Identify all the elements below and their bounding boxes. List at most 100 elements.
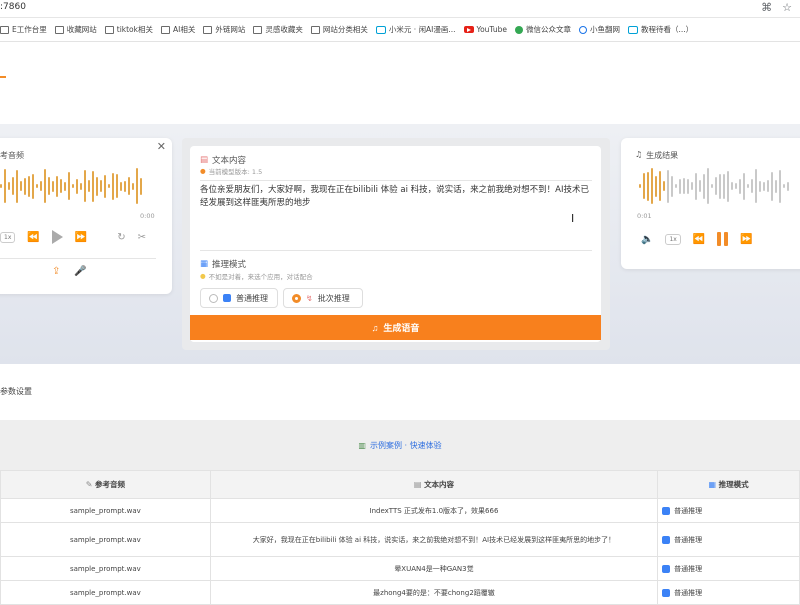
waveform-bar	[0, 184, 2, 188]
radio-selected[interactable]	[292, 293, 301, 303]
waveform-bar	[96, 176, 98, 196]
option-label: 批次推理	[317, 293, 350, 303]
bookmark-item[interactable]: 外链网站	[203, 24, 245, 35]
table-row[interactable]: sample_prompt.wav IndexTTS 正式发布1.0版本了，效果…	[0, 498, 800, 523]
bookmark-item[interactable]: YouTube	[463, 25, 507, 34]
folder-icon	[0, 25, 9, 34]
table-row[interactable]: sample_prompt.wav 最zhong4要的是：不要chong2蹈覆辙…	[0, 580, 800, 605]
folder-icon	[104, 25, 114, 34]
scissors-icon[interactable]: ✂	[138, 232, 146, 243]
waveform-bar	[72, 184, 74, 188]
waveform-bar	[707, 168, 709, 204]
table-row[interactable]: sample_prompt.wav 大家好，我现在正在bilibili 体验 a…	[0, 522, 800, 557]
waveform-bar	[80, 182, 82, 190]
cell-mode[interactable]: 普通推理	[657, 580, 800, 605]
option-normal-inference[interactable]: 普通推理	[200, 288, 278, 308]
waveform-bar	[84, 170, 86, 202]
generated-waveform[interactable]	[639, 168, 789, 204]
grid-icon: ▦	[708, 480, 717, 489]
inference-mode-hint: ● 不如是对着，来选个应用，对话配合	[200, 271, 313, 281]
generate-speech-button[interactable]: ♫ 生成语音	[190, 315, 601, 340]
globe-icon	[579, 25, 587, 34]
folder-icon	[54, 25, 64, 34]
upload-icon[interactable]: ⇪	[52, 266, 60, 277]
reset-icon[interactable]: ↻	[117, 232, 125, 243]
bookmark-item[interactable]: 灵感收藏夹	[253, 24, 303, 35]
bookmark-item[interactable]: 网站分类相关	[310, 24, 368, 35]
rewind-icon[interactable]: ⏪	[693, 234, 705, 245]
books-icon: ▥	[358, 441, 366, 450]
text-content-input[interactable]: 各位亲爱朋友们，大家好啊，我现在正在bilibili 体验 ai 科技，说实话，…	[200, 184, 590, 244]
bookmark-item[interactable]: 收藏网站	[54, 24, 97, 35]
waveform-bar	[711, 184, 713, 188]
bookmark-star-icon[interactable]: ☆	[782, 1, 792, 14]
bookmark-item[interactable]: 教程待看（...）	[628, 24, 693, 35]
translate-icon[interactable]: ⌘	[761, 1, 772, 14]
waveform-bar	[771, 171, 773, 201]
waveform-bar	[715, 177, 717, 195]
bookmark-item[interactable]: E工作台里	[0, 24, 47, 35]
volume-icon[interactable]: 🔈	[641, 234, 653, 245]
cell-ref-audio[interactable]: sample_prompt.wav	[0, 580, 211, 605]
microphone-icon[interactable]: 🎤	[74, 266, 86, 277]
cell-text-content[interactable]: IndexTTS 正式发布1.0版本了，效果666	[209, 498, 659, 523]
option-label: 普通推理	[236, 293, 268, 303]
normal-mode-icon	[662, 506, 671, 515]
bookmark-item[interactable]: 小米元 · 闲AI漫画...	[375, 24, 456, 35]
folder-icon	[310, 25, 320, 34]
waveform-bar	[68, 172, 70, 200]
bulb-icon: ●	[200, 272, 206, 280]
header-ref-audio: ✎ 参考音频	[0, 470, 211, 499]
batch-mode-icon: ↯	[306, 293, 313, 303]
waveform-bar	[24, 177, 26, 195]
cell-mode[interactable]: 普通推理	[657, 522, 800, 557]
fast-forward-icon[interactable]: ⏩	[740, 234, 752, 245]
bookmark-item[interactable]: 微信公众文章	[515, 24, 571, 35]
params-settings-label[interactable]: 参数设置	[0, 386, 32, 397]
reference-waveform[interactable]	[0, 168, 142, 204]
cell-text-content[interactable]: 晕XUAN4是一种GAN3觉	[209, 556, 659, 581]
speed-button[interactable]: 1x	[665, 233, 681, 245]
url-text[interactable]: :7860	[0, 2, 26, 12]
generate-label: 生成语音	[383, 323, 420, 333]
close-icon[interactable]: ✕	[157, 140, 166, 153]
cell-ref-audio[interactable]: sample_prompt.wav	[0, 522, 211, 557]
text-panel-header: ▤ 文本内容	[200, 154, 246, 166]
waveform-bar	[759, 180, 761, 192]
inference-mode-title: 推理模式	[212, 260, 247, 270]
cell-text-content[interactable]: 最zhong4要的是：不要chong2蹈覆辙	[209, 580, 659, 605]
waveform-bar	[60, 179, 62, 193]
waveform-bar	[4, 169, 6, 203]
speed-button[interactable]: 1x	[0, 231, 16, 243]
waveform-bar	[40, 181, 42, 191]
waveform-bar	[48, 177, 50, 195]
waveform-bar	[743, 172, 745, 200]
cell-ref-audio[interactable]: sample_prompt.wav	[0, 556, 211, 581]
pause-icon[interactable]	[717, 232, 729, 246]
grid-icon: ▦	[200, 259, 209, 269]
table-row[interactable]: sample_prompt.wav 晕XUAN4是一种GAN3觉 普通推理	[0, 556, 800, 581]
waveform-bar	[719, 173, 721, 199]
browser-address-bar[interactable]: :7860 ⌘ ☆	[0, 0, 800, 18]
waveform-bar	[655, 175, 657, 197]
gen-time-start: 0:01	[637, 212, 652, 220]
address-bar-actions: ⌘ ☆	[761, 1, 792, 14]
waveform-bar	[675, 184, 677, 188]
waveform-bar	[747, 184, 749, 188]
bookmark-item[interactable]: tiktok相关	[104, 24, 153, 35]
rewind-icon[interactable]: ⏪	[27, 232, 39, 243]
cell-mode[interactable]: 普通推理	[657, 556, 800, 581]
radio-unselected[interactable]	[209, 293, 218, 303]
waveform-bar	[104, 174, 106, 198]
play-icon[interactable]	[51, 230, 63, 244]
cell-text-content[interactable]: 大家好，我现在正在bilibili 体验 ai 科技，说实话，来之前我绝对想不到…	[209, 522, 659, 557]
fast-forward-icon[interactable]: ⏩	[75, 232, 87, 243]
waveform-bar	[663, 181, 665, 191]
cell-mode[interactable]: 普通推理	[657, 498, 800, 523]
waveform-bar	[687, 178, 689, 194]
waveform-bar	[140, 177, 142, 195]
bookmark-item[interactable]: AI相关	[161, 24, 195, 35]
bookmark-item[interactable]: 小鱼翻网	[579, 24, 620, 35]
option-batch-inference[interactable]: ↯ 批次推理	[283, 288, 363, 308]
cell-ref-audio[interactable]: sample_prompt.wav	[0, 498, 211, 523]
